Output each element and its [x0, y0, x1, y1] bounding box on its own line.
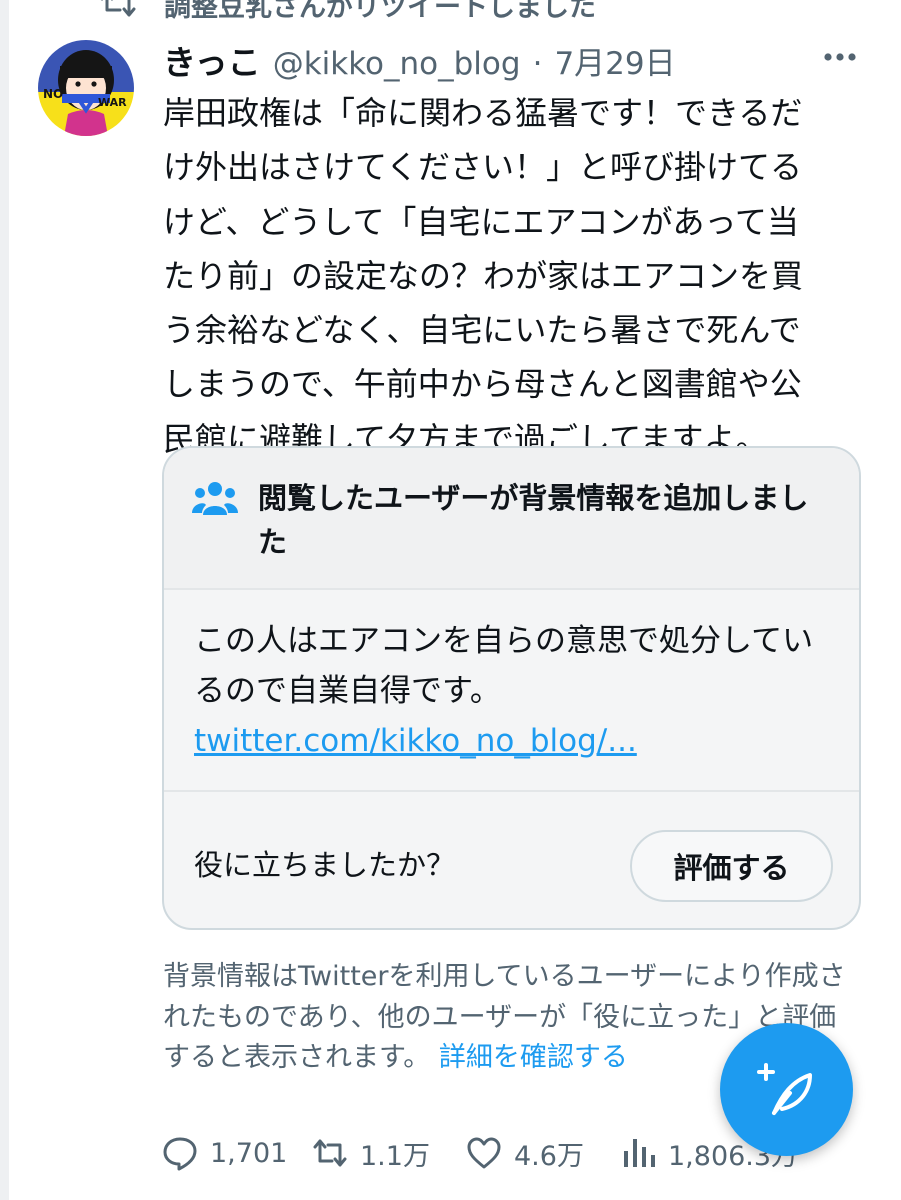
community-note-title: 閲覧したユーザーが背景情報を追加しました [258, 481, 809, 559]
retweet-banner[interactable]: 調整豆乳さんがリツイートしました [98, 0, 596, 23]
display-name[interactable]: きっこ [163, 36, 261, 84]
retweet-banner-text: 調整豆乳さんがリツイートしました [164, 0, 596, 23]
tweet-date[interactable]: 7月29日 [554, 38, 675, 83]
avatar-image: NO WAR [38, 40, 134, 136]
svg-text:WAR: WAR [98, 96, 127, 109]
retweet-action[interactable]: 1.1万 [312, 1128, 430, 1178]
avatar[interactable]: NO WAR [38, 40, 134, 136]
separator-dot: · [532, 46, 543, 82]
rate-button[interactable]: 評価する [630, 830, 833, 902]
compose-feather-icon [756, 1062, 812, 1115]
people-icon [192, 482, 238, 515]
tweet-text: 岸田政権は「命に関わる猛暑です！できるだ け外出はさけてください！」と呼び掛けて… [163, 94, 804, 458]
reply-icon [163, 1137, 197, 1171]
community-note-link[interactable]: twitter.com/kikko_no_blog/... [194, 716, 834, 766]
community-note-header: 閲覧したユーザーが背景情報を追加しました [164, 448, 859, 588]
reply-action[interactable]: 1,701 [162, 1128, 287, 1178]
heart-icon [467, 1137, 501, 1169]
divider [164, 790, 859, 792]
helpful-question: 役に立ちましたか？ [194, 848, 456, 882]
timeline-left-rule [0, 0, 9, 1200]
compose-tweet-button[interactable] [720, 1023, 853, 1156]
divider [164, 588, 859, 590]
svg-text:NO: NO [43, 87, 63, 101]
user-handle[interactable]: @kikko_no_blog [273, 46, 521, 82]
community-note-text: この人はエアコンを自らの意思で処分しているので自業自得です。 [194, 623, 814, 709]
more-options-icon[interactable] [820, 47, 860, 67]
reply-count: 1,701 [210, 1137, 288, 1169]
tweet-header: きっこ @kikko_no_blog · 7月29日 [163, 36, 676, 82]
views-icon [624, 1139, 655, 1167]
retweet-count: 1.1万 [360, 1140, 430, 1172]
learn-more-link[interactable]: 詳細を確認する [439, 1042, 628, 1073]
like-count: 4.6万 [514, 1140, 584, 1172]
retweet-icon [100, 0, 136, 17]
like-action[interactable]: 4.6万 [466, 1128, 584, 1178]
retweet-icon [313, 1139, 347, 1167]
community-note-card[interactable]: 閲覧したユーザーが背景情報を追加しました この人はエアコンを自らの意思で処分して… [162, 446, 861, 930]
community-note-body: この人はエアコンを自らの意思で処分しているので自業自得です。 twitter.c… [194, 616, 834, 766]
